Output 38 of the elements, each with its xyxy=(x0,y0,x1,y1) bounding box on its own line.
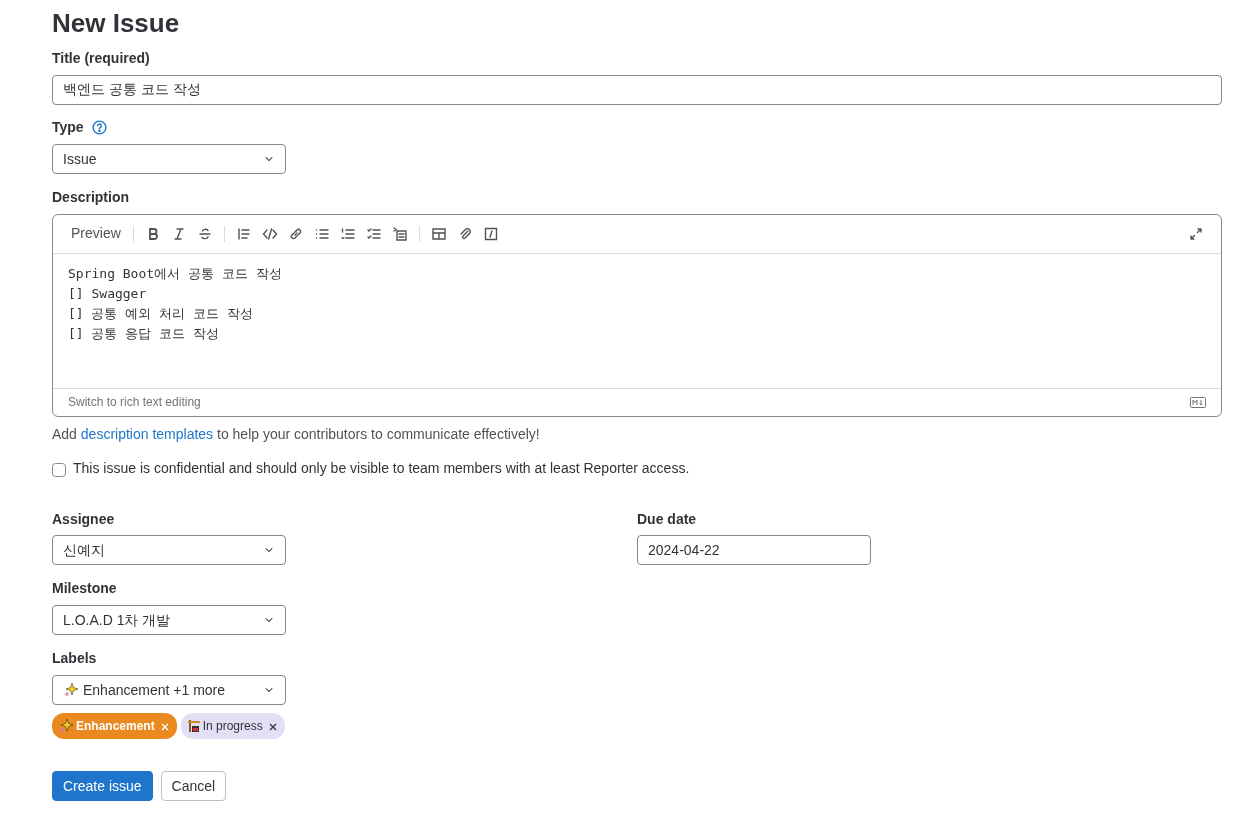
slash-command-icon[interactable] xyxy=(482,225,499,242)
templates-link[interactable]: description templates xyxy=(80,426,214,443)
templates-hint: Add description templates to help your contributors to communicate effectively! xyxy=(52,425,541,444)
table-icon[interactable] xyxy=(430,225,447,242)
markdown-icon xyxy=(1190,396,1206,408)
date-input[interactable]: 2024-04-22 xyxy=(637,535,871,566)
confidential-label: This issue is confidential and should only be visible to team members with at least Reporter access. xyxy=(73,459,690,478)
expand-icon[interactable] xyxy=(1188,225,1204,242)
markdown-editor[interactable]: Preview Spring Boot에서 공통 코드 작성 [] Swagger [] 공통 예외 처리 코드 작성 [] 공통 응답 코드 작성 Switch to rich text editing xyxy=(52,213,1222,418)
sparkles-icon xyxy=(58,717,74,734)
sparkles-icon xyxy=(63,681,79,698)
quote-icon[interactable] xyxy=(235,225,252,242)
rich-text-link[interactable]: Switch to rich text editing xyxy=(68,394,201,411)
dropdown[interactable]: Enhancement +1 more xyxy=(52,674,286,705)
field-label: Milestone xyxy=(52,580,117,598)
close-icon[interactable] xyxy=(268,722,277,731)
indent-icon[interactable] xyxy=(391,225,408,242)
field-label: Type xyxy=(52,119,84,136)
help-icon[interactable] xyxy=(91,119,107,135)
field-label: Due date xyxy=(637,510,697,528)
label-chip: Enhancement xyxy=(52,712,177,739)
field-label: Labels xyxy=(52,650,97,667)
confidential-checkbox[interactable] xyxy=(52,462,66,477)
dropdown[interactable]: L.O.A.D 1차 개발 xyxy=(52,605,286,636)
numbered-list-icon[interactable] xyxy=(339,225,356,242)
field-label: Assignee xyxy=(52,510,115,528)
preview-tab[interactable]: Preview xyxy=(67,222,125,245)
page-title: New Issue xyxy=(52,8,181,40)
create-button[interactable]: Create issue xyxy=(52,770,153,802)
cancel-button[interactable]: Cancel xyxy=(160,770,227,802)
dropdown[interactable]: Issue xyxy=(52,143,286,174)
dropdown[interactable]: 신예지 xyxy=(52,535,286,566)
label-chip: In progress xyxy=(180,712,285,739)
field-label: Description xyxy=(52,188,129,206)
title-input[interactable]: 백엔드 공통 코드 작성 xyxy=(52,75,1222,105)
code-icon[interactable] xyxy=(261,225,278,242)
field-label: Title (required) xyxy=(52,50,150,67)
construction-icon xyxy=(186,718,201,733)
